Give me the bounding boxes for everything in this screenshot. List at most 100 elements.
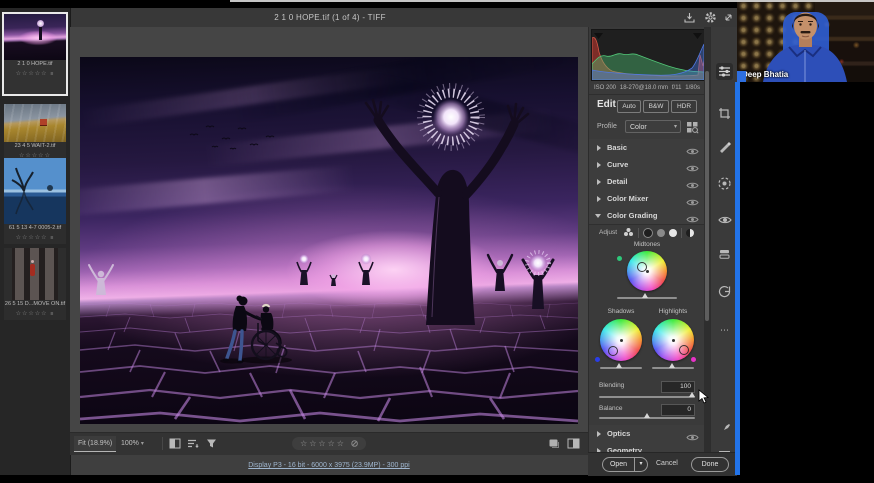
birds-flock bbox=[190, 126, 274, 149]
thumbnail-label: 61 5 13 4-7 0005-2.tif bbox=[4, 224, 66, 233]
filmstrip: 2 1 0 HOPE.tif ☆☆☆☆☆≡ 23 4 5 WAIT-2.tif … bbox=[0, 8, 71, 475]
filmstrip-thumbnail-1[interactable]: 2 1 0 HOPE.tif ☆☆☆☆☆≡ bbox=[2, 12, 68, 96]
section-curve[interactable]: Curve bbox=[589, 156, 705, 174]
midtones-label: Midtones bbox=[589, 241, 705, 248]
open-button[interactable]: Open ▾ bbox=[602, 457, 648, 472]
split-view-icon[interactable] bbox=[567, 438, 579, 449]
filmstrip-thumbnail-2[interactable]: 23 4 5 WAIT-2.tif ☆☆☆☆☆ bbox=[4, 104, 66, 160]
thumbnail-label: 2 1 0 HOPE.tif bbox=[4, 60, 66, 69]
thumbnail-image-hope bbox=[4, 14, 66, 60]
hdr-button[interactable]: HDR bbox=[671, 100, 697, 113]
midtone-sample-dot bbox=[617, 256, 622, 261]
window-title: 2 1 0 HOPE.tif (1 of 4) - TIFF bbox=[70, 8, 590, 27]
section-optics[interactable]: Optics bbox=[589, 425, 705, 443]
status-row: Display P3 - 16 bit - 6000 x 3975 (23.9M… bbox=[70, 454, 588, 475]
shadow-sample-dot bbox=[595, 357, 600, 362]
thumbnail-image-moveon bbox=[12, 248, 58, 300]
fullscreen-icon[interactable] bbox=[722, 11, 735, 24]
edit-panel: ISO 200 18-270@18.0 mm f/11 1/80s Edit A… bbox=[588, 27, 705, 452]
section-basic[interactable]: Basic bbox=[589, 139, 705, 157]
thumbnail-label: 26 5 15 D...MOVE ON.tif bbox=[4, 300, 66, 309]
thumbnail-stars[interactable]: ☆☆☆☆☆ bbox=[16, 310, 48, 317]
image-canvas bbox=[70, 27, 588, 432]
edited-badge-icon: ≡ bbox=[50, 311, 54, 317]
done-button[interactable]: Done bbox=[691, 457, 729, 472]
before-after-icon[interactable] bbox=[169, 438, 181, 449]
highlight-clipping-indicator bbox=[693, 33, 702, 39]
zoom-brush-icon[interactable] bbox=[716, 421, 733, 438]
highlights-luminance-slider[interactable] bbox=[652, 367, 694, 369]
thumbnail-label: 23 4 5 WAIT-2.tif bbox=[4, 142, 66, 151]
tool-column: ⋯ bbox=[710, 27, 738, 452]
exif-metadata: ISO 200 18-270@18.0 mm f/11 1/80s bbox=[589, 82, 705, 95]
global-wheel-icon[interactable] bbox=[686, 229, 694, 237]
cancel-button[interactable]: Cancel bbox=[650, 457, 684, 470]
iso-value: ISO 200 bbox=[594, 82, 616, 94]
balance-value[interactable]: 0 bbox=[661, 404, 695, 416]
sort-order-icon[interactable] bbox=[187, 438, 199, 449]
auto-button[interactable]: Auto bbox=[617, 100, 641, 113]
shadows-wheel-icon[interactable] bbox=[643, 228, 653, 238]
blending-slider[interactable] bbox=[599, 396, 695, 398]
fit-zoom-button[interactable]: Fit (18.9%) bbox=[74, 436, 116, 452]
window-edge-accent bbox=[735, 82, 740, 475]
canvas-toolbar: Fit (18.9%) 100% ▾ ☆☆☆☆☆ bbox=[70, 432, 588, 455]
webcam-overlay: Deep Bhatia bbox=[737, 0, 874, 82]
red-eye-tool-icon[interactable] bbox=[716, 211, 733, 228]
profile-select[interactable]: Color▾ bbox=[625, 120, 681, 133]
thumbnail-image-tree bbox=[4, 158, 66, 224]
workflow-options-link[interactable]: Display P3 - 16 bit - 6000 x 3975 (23.9M… bbox=[248, 462, 409, 469]
zoom-level-select[interactable]: 100% ▾ bbox=[117, 436, 148, 451]
edit-tool-icon[interactable] bbox=[716, 63, 733, 80]
healing-tool-icon[interactable] bbox=[716, 138, 733, 155]
rating-stars[interactable]: ☆☆☆☆☆ bbox=[292, 437, 366, 450]
balance-slider[interactable] bbox=[599, 417, 695, 419]
profile-row: Profile Color▾ bbox=[589, 117, 705, 140]
blending-label: Blending bbox=[599, 382, 624, 389]
snapshots-tool-icon[interactable] bbox=[716, 283, 733, 300]
shadows-label: Shadows bbox=[599, 308, 643, 315]
profile-label: Profile bbox=[597, 123, 617, 130]
highlights-label: Highlights bbox=[651, 308, 695, 315]
lens-value: 18-270@18.0 mm bbox=[620, 82, 668, 94]
midtones-luminance-slider[interactable] bbox=[617, 297, 677, 299]
shadows-luminance-slider[interactable] bbox=[600, 367, 642, 369]
thumbnail-image-wait bbox=[4, 104, 66, 142]
more-options-icon[interactable]: ⋯ bbox=[716, 322, 733, 339]
section-color-mixer[interactable]: Color Mixer bbox=[589, 190, 705, 208]
histogram[interactable] bbox=[591, 29, 705, 81]
thumbnail-stars[interactable]: ☆☆☆☆☆ bbox=[16, 234, 48, 241]
highlights-color-wheel[interactable] bbox=[652, 319, 694, 361]
highlights-wheel-icon[interactable] bbox=[669, 229, 677, 237]
filmstrip-thumbnail-4[interactable]: 26 5 15 D...MOVE ON.tif ☆☆☆☆☆≡ bbox=[4, 248, 66, 320]
crop-tool-icon[interactable] bbox=[716, 105, 733, 122]
three-way-icon[interactable] bbox=[623, 224, 634, 242]
shadows-color-wheel[interactable] bbox=[600, 319, 642, 361]
filmstrip-thumbnail-3[interactable]: 61 5 13 4-7 0005-2.tif ☆☆☆☆☆≡ bbox=[4, 158, 66, 244]
section-detail[interactable]: Detail bbox=[589, 173, 705, 191]
midtones-wheel-icon[interactable] bbox=[657, 229, 665, 237]
presets-tool-icon[interactable] bbox=[716, 246, 733, 263]
thumbnail-stars[interactable]: ☆☆☆☆☆ bbox=[16, 70, 48, 77]
top-edge-line bbox=[230, 0, 874, 2]
masking-tool-icon[interactable] bbox=[716, 175, 733, 192]
edited-badge-icon: ≡ bbox=[50, 235, 54, 241]
edit-title: Edit bbox=[597, 99, 616, 110]
photo-artwork bbox=[80, 57, 578, 424]
profile-browser-icon[interactable] bbox=[686, 121, 699, 139]
copy-settings-icon[interactable] bbox=[548, 438, 560, 449]
bw-button[interactable]: B&W bbox=[643, 100, 669, 113]
adjust-row: Adjust bbox=[589, 224, 705, 241]
save-image-icon[interactable] bbox=[683, 11, 696, 24]
screen: 2 1 0 HOPE.tif (1 of 4) - TIFF 2 1 0 HOP… bbox=[0, 0, 874, 483]
main-photo[interactable] bbox=[80, 57, 578, 424]
titlebar: 2 1 0 HOPE.tif (1 of 4) - TIFF bbox=[70, 8, 737, 28]
section-color-grading[interactable]: Color Grading bbox=[589, 207, 705, 225]
webcam-corner-accent bbox=[737, 71, 746, 82]
distant-figures bbox=[89, 252, 553, 309]
edited-badge-icon: ≡ bbox=[50, 71, 54, 77]
scrollbar-thumb[interactable] bbox=[705, 71, 709, 321]
filter-icon[interactable] bbox=[206, 438, 218, 449]
settings-gear-icon[interactable] bbox=[704, 11, 717, 24]
midtones-color-wheel[interactable] bbox=[627, 251, 667, 291]
